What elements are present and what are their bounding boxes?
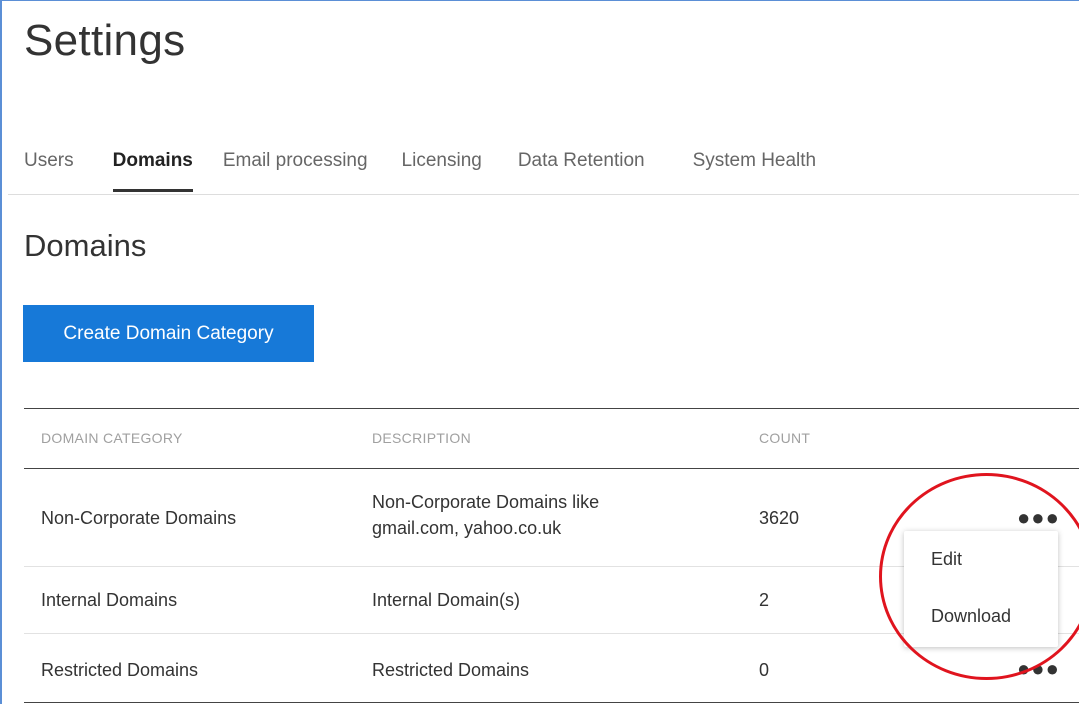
more-horizontal-icon[interactable]: ●●● xyxy=(1017,658,1060,680)
column-header-description: DESCRIPTION xyxy=(372,430,471,446)
window-frame-left xyxy=(0,0,2,704)
page-title: Settings xyxy=(24,16,186,65)
tab-data-retention[interactable]: Data Retention xyxy=(518,146,645,192)
table-bottom-border xyxy=(24,702,1079,703)
section-title: Domains xyxy=(24,228,147,263)
window-frame-top xyxy=(0,0,1079,1)
more-horizontal-icon[interactable]: ●●● xyxy=(1017,507,1060,529)
column-header-count: COUNT xyxy=(759,430,811,446)
create-domain-category-button[interactable]: Create Domain Category xyxy=(23,305,314,362)
description-cell: Internal Domain(s) xyxy=(372,590,521,610)
description-cell: Non-Corporate Domains like gmail.com, ya… xyxy=(372,489,599,541)
count-cell: 0 xyxy=(759,660,770,680)
count-cell: 2 xyxy=(759,590,770,610)
column-header-domain-category: DOMAIN CATEGORY xyxy=(41,430,183,446)
tab-domains[interactable]: Domains xyxy=(112,146,194,192)
description-cell: Restricted Domains xyxy=(372,660,530,680)
description-line: Non-Corporate Domains like xyxy=(372,492,600,512)
domain-category-cell: Internal Domains xyxy=(41,590,178,610)
tab-system-health[interactable]: System Health xyxy=(693,146,817,192)
count-cell: 3620 xyxy=(759,508,800,528)
tab-users[interactable]: Users xyxy=(24,146,74,192)
tab-licensing[interactable]: Licensing xyxy=(402,146,482,192)
menu-item-download[interactable]: Download xyxy=(931,606,1011,627)
tab-email-processing[interactable]: Email processing xyxy=(223,146,368,192)
tabs-divider xyxy=(8,194,1079,195)
description-line: gmail.com, yahoo.co.uk xyxy=(372,518,562,538)
domain-category-cell: Non-Corporate Domains xyxy=(41,508,237,528)
table-top-border xyxy=(24,408,1079,409)
domain-category-cell: Restricted Domains xyxy=(41,660,199,680)
row-actions-menu: Edit Download xyxy=(904,531,1058,647)
settings-tabs: Users Domains Email processing Licensing… xyxy=(24,146,816,194)
menu-item-edit[interactable]: Edit xyxy=(931,549,962,570)
